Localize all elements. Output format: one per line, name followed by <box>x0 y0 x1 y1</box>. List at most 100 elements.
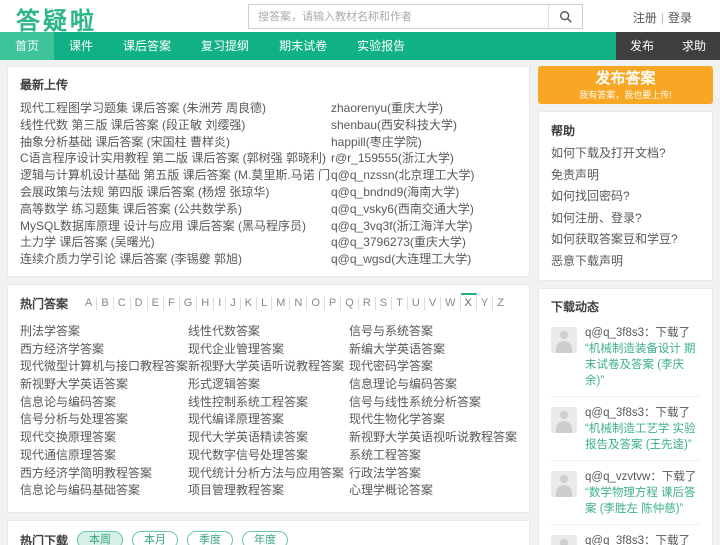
period-tab[interactable]: 本周 <box>77 531 124 545</box>
search-input[interactable] <box>249 5 548 28</box>
letter-link[interactable]: S <box>376 296 393 310</box>
letter-link[interactable]: N <box>290 296 308 310</box>
upload-title-link[interactable]: 线性代数 第三版 课后答案 (段正敏 刘缨强) <box>20 117 331 134</box>
top-header: 答疑啦 注册| 登录 <box>0 0 720 35</box>
hot-answer-link[interactable]: 信号与线性系统分析答案 <box>349 394 517 412</box>
hot-answer-link[interactable]: 项目管理教程答案 <box>188 482 349 500</box>
help-link[interactable]: 如何注册、登录? <box>551 208 700 230</box>
letter-link[interactable]: L <box>257 296 273 310</box>
nav-item[interactable]: 实验报告 <box>342 32 420 60</box>
hot-answer-link[interactable]: 现代生物化学答案 <box>349 411 517 429</box>
hot-answer-link[interactable]: 信号分析与处理答案 <box>20 411 188 429</box>
nav-item[interactable]: 课件 <box>54 32 108 60</box>
letter-link[interactable]: A <box>81 296 98 310</box>
hot-answer-link[interactable]: 现代交换原理答案 <box>20 429 188 447</box>
upload-title-link[interactable]: 逻辑与计算机设计基础 第五版 课后答案 (M.莫里斯.马诺 门继顺) <box>20 167 331 184</box>
hot-answer-link[interactable]: 现代通信原理答案 <box>20 447 188 465</box>
login-link[interactable]: 登录 <box>668 11 692 25</box>
letter-link[interactable]: Q <box>341 296 359 310</box>
letter-link[interactable]: Y <box>477 296 494 310</box>
letter-link[interactable]: J <box>226 296 241 310</box>
period-tab[interactable]: 季度 <box>187 531 234 545</box>
hot-answer-link[interactable]: 新视野大学英语听说教程答案 <box>188 358 349 376</box>
hot-answer-link[interactable]: 新编大学英语答案 <box>349 341 517 359</box>
upload-title-link[interactable]: 土力学 课后答案 (吴曙光) <box>20 234 331 251</box>
hot-answer-link[interactable]: 线性代数答案 <box>188 323 349 341</box>
download-feed-card: 下载动态 q@q_3f8s3：下载了 “机械制造装备设计 期末试卷及答案 (李庆… <box>538 288 713 545</box>
nav-action-button[interactable]: 发布 <box>616 32 668 60</box>
hot-answer-link[interactable]: 现代大学英语精读答案 <box>188 429 349 447</box>
letter-link[interactable]: R <box>359 296 376 310</box>
feed-username: q@q_3f8s3： <box>585 327 656 339</box>
period-tab[interactable]: 年度 <box>242 531 289 545</box>
upload-title-link[interactable]: 连续介质力学引论 课后答案 (李锡夔 郭旭) <box>20 251 331 268</box>
help-link[interactable]: 免责声明 <box>551 165 700 187</box>
hot-answer-link[interactable]: 西方经济学简明教程答案 <box>20 465 188 483</box>
hot-answer-link[interactable]: 信号与系统答案 <box>349 323 517 341</box>
hot-answers-title: 热门答案 <box>20 296 69 311</box>
hot-answer-link[interactable]: 新视野大学英语答案 <box>20 376 188 394</box>
letter-link[interactable]: O <box>307 296 325 310</box>
letter-link[interactable]: K <box>241 296 258 310</box>
letter-link[interactable]: G <box>180 296 198 310</box>
feed-doc-link[interactable]: “机械制造工艺学 实验报告及答案 (王先逵)” <box>585 423 696 451</box>
letter-link[interactable]: Z <box>493 297 508 310</box>
letter-link[interactable]: V <box>425 296 442 310</box>
upload-uploader: happill(枣庄学院) <box>331 134 422 149</box>
letter-link[interactable]: U <box>408 296 425 310</box>
letter-link[interactable]: H <box>197 296 215 310</box>
nav-item[interactable]: 复习提纲 <box>186 32 264 60</box>
register-link[interactable]: 注册 <box>633 11 657 25</box>
letter-link[interactable]: C <box>114 296 131 310</box>
upload-title-link[interactable]: 抽象分析基础 课后答案 (宋国柱 曹样炎) <box>20 134 331 151</box>
hot-answer-link[interactable]: 现代密码学答案 <box>349 358 517 376</box>
help-link[interactable]: 如何找回密码? <box>551 186 700 208</box>
upload-title-link[interactable]: 现代工程图学习题集 课后答案 (朱洲芳 周良德) <box>20 100 331 117</box>
nav-item[interactable]: 课后答案 <box>108 32 186 60</box>
hot-answer-link[interactable]: 现代数字信号处理答案 <box>188 447 349 465</box>
upload-row: 抽象分析基础 课后答案 (宋国柱 曹样炎) happill(枣庄学院) <box>20 134 517 151</box>
feed-doc-link[interactable]: “机械制造装备设计 期末试卷及答案 (李庆余)” <box>585 343 696 387</box>
help-link[interactable]: 恶意下载声明 <box>551 251 700 273</box>
nav-action-button[interactable]: 求助 <box>668 32 720 60</box>
hot-answer-link[interactable]: 线性控制系统工程答案 <box>188 394 349 412</box>
hot-answer-link[interactable]: 信息论与编码答案 <box>20 394 188 412</box>
letter-link[interactable]: E <box>148 296 164 310</box>
hot-answer-link[interactable]: 系统工程答案 <box>349 447 517 465</box>
letter-link[interactable]: I <box>214 296 227 310</box>
publish-answer-button[interactable]: 发布答案 我有答案，我也要上传! <box>538 66 713 104</box>
upload-title-link[interactable]: 高等数学 练习题集 课后答案 (公共数学系) <box>20 201 331 218</box>
feed-doc-link[interactable]: “数学物理方程 课后答案 (李胜左 陈仲慈)” <box>585 487 696 515</box>
help-link[interactable]: 如何下载及打开文档? <box>551 143 700 165</box>
hot-answer-link[interactable]: 现代统计分析方法与应用答案 <box>188 465 349 483</box>
letter-link[interactable]: X <box>460 292 477 310</box>
upload-title-link[interactable]: 会展政策与法规 第四版 课后答案 (杨煜 张琼华) <box>20 184 331 201</box>
letter-link[interactable]: B <box>97 296 114 310</box>
hot-answer-link[interactable]: 信息论与编码基础答案 <box>20 482 188 500</box>
letter-link[interactable]: M <box>272 296 291 310</box>
nav-item[interactable]: 首页 <box>0 32 55 60</box>
hot-answer-link[interactable]: 信息理论与编码答案 <box>349 376 517 394</box>
hot-answer-link[interactable]: 新视野大学英语视听说教程答案 <box>349 429 517 447</box>
site-logo[interactable]: 答疑啦 <box>16 1 97 36</box>
hot-answer-link[interactable]: 刑法学答案 <box>20 323 188 341</box>
search-button[interactable] <box>548 5 582 28</box>
hot-answer-link[interactable]: 西方经济学答案 <box>20 341 188 359</box>
upload-title-link[interactable]: MySQL数据库原理 设计与应用 课后答案 (黑马程序员) <box>20 218 331 235</box>
hot-answer-link[interactable]: 形式逻辑答案 <box>188 376 349 394</box>
hot-answer-link[interactable]: 现代编译原理答案 <box>188 411 349 429</box>
hot-answer-link[interactable]: 行政法学答案 <box>349 465 517 483</box>
letter-link[interactable]: P <box>325 296 342 310</box>
letter-link[interactable]: D <box>131 296 148 310</box>
hot-answer-link[interactable]: 心理学概论答案 <box>349 482 517 500</box>
letter-link[interactable]: F <box>164 296 180 310</box>
upload-title-link[interactable]: C语言程序设计实用教程 第二版 课后答案 (郭树强 郭晓利) <box>20 150 331 167</box>
nav-item[interactable]: 期末试卷 <box>264 32 342 60</box>
hot-answer-link[interactable]: 现代微型计算机与接口教程答案 <box>20 358 188 376</box>
letter-link[interactable]: T <box>392 296 408 310</box>
period-tab[interactable]: 本月 <box>132 531 179 545</box>
publish-answer-subtitle: 我有答案，我也要上传! <box>579 90 672 100</box>
hot-answer-link[interactable]: 现代企业管理答案 <box>188 341 349 359</box>
letter-link[interactable]: W <box>441 296 461 310</box>
help-link[interactable]: 如何获取答案豆和学豆? <box>551 229 700 251</box>
